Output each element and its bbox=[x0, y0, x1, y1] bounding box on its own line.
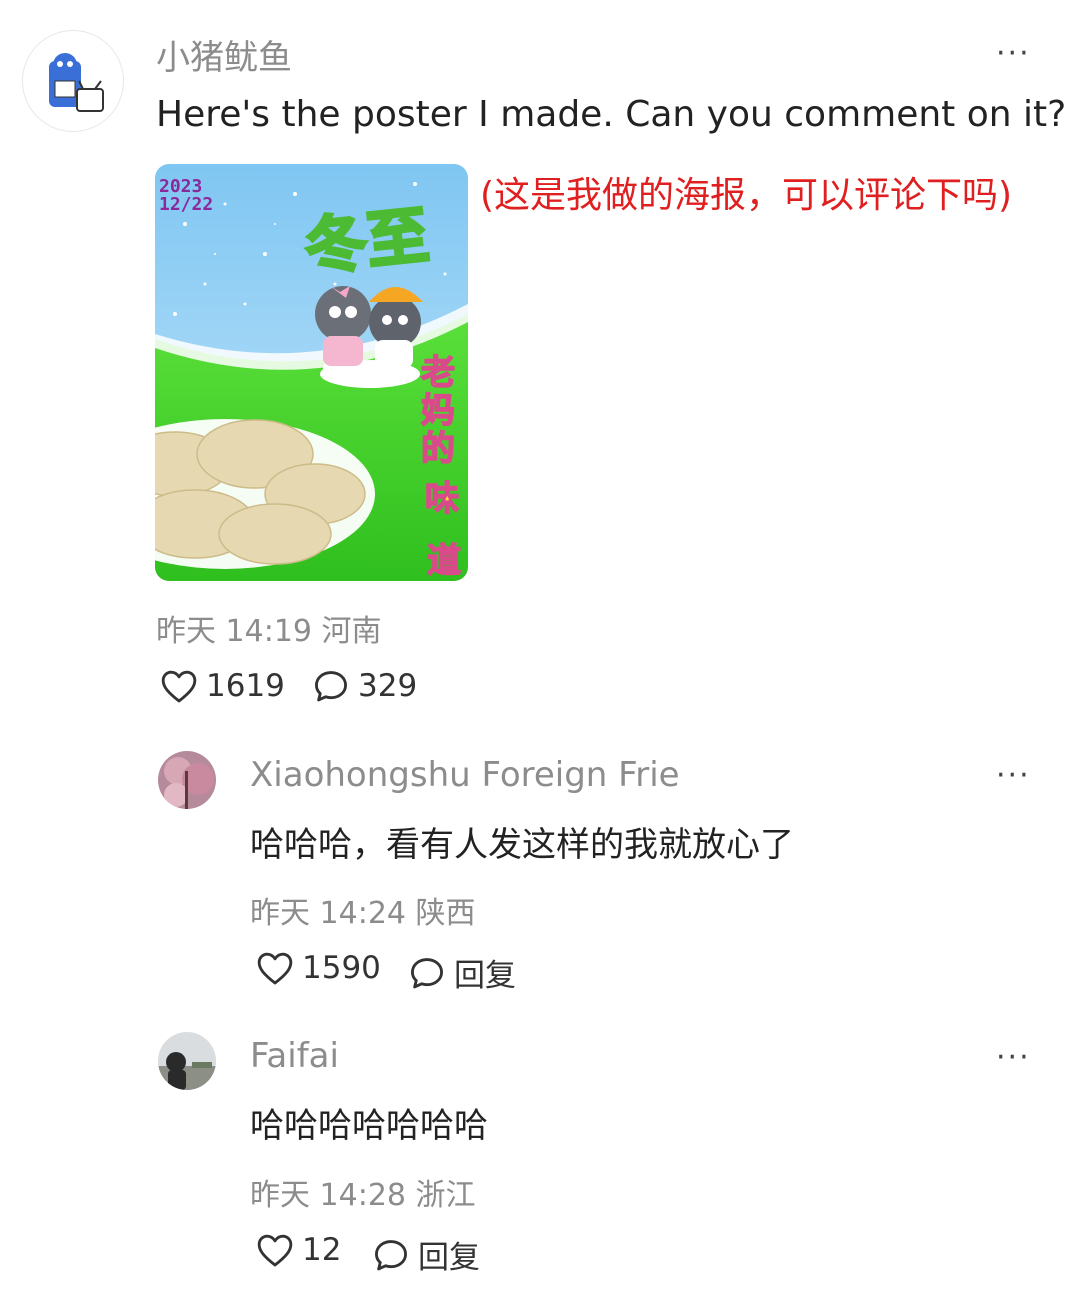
comment-like-count: 12 bbox=[302, 1232, 342, 1268]
comment-time: 昨天 14:28 bbox=[250, 1178, 406, 1213]
author-avatar[interactable] bbox=[22, 30, 124, 132]
comment-more-icon[interactable]: ··· bbox=[996, 758, 1031, 793]
reply-label: 回复 bbox=[454, 958, 516, 994]
speech-bubble-icon bbox=[411, 957, 443, 988]
comment-text: 哈哈哈，看有人发这样的我就放心了 bbox=[250, 825, 794, 865]
comment-reply-button[interactable]: 回复 bbox=[408, 950, 516, 995]
commenter-avatar[interactable] bbox=[158, 1032, 216, 1090]
comment-location: 陕西 bbox=[415, 896, 476, 931]
heart-outline-icon bbox=[161, 670, 197, 703]
poster-vertical-char-2: 妈 bbox=[421, 391, 455, 431]
post-text: Here's the poster I made. Can you commen… bbox=[156, 94, 1067, 135]
post-like-button[interactable]: 1619 bbox=[160, 668, 285, 704]
author-name[interactable]: 小猪鱿鱼 bbox=[156, 30, 292, 79]
post-comment-button[interactable]: 329 bbox=[312, 668, 417, 704]
post-location: 河南 bbox=[321, 614, 382, 649]
comment-location: 浙江 bbox=[415, 1178, 476, 1213]
commenter-avatar[interactable] bbox=[158, 751, 216, 809]
poster-date-day: 12/22 bbox=[159, 194, 213, 215]
commenter-name[interactable]: Xiaohongshu Foreign Frie bbox=[250, 755, 680, 795]
post-time: 昨天 14:19 bbox=[156, 614, 312, 649]
post-comment-count: 329 bbox=[358, 668, 418, 704]
comment-more-icon[interactable]: ··· bbox=[996, 1040, 1031, 1075]
reply-label: 回复 bbox=[418, 1240, 480, 1276]
speech-bubble-icon bbox=[315, 671, 347, 702]
comment-reply-button[interactable]: 回复 bbox=[372, 1232, 480, 1277]
heart-outline-icon bbox=[257, 952, 293, 985]
post-meta: 昨天 14:19 河南 bbox=[156, 606, 382, 650]
poster-vertical-char-5: 道 bbox=[427, 541, 461, 581]
commenter-name[interactable]: Faifai bbox=[250, 1036, 339, 1076]
comment-like-button[interactable]: 12 bbox=[256, 1232, 341, 1268]
comment-like-count: 1590 bbox=[302, 950, 381, 986]
post-like-count: 1619 bbox=[206, 668, 285, 704]
comment-text: 哈哈哈哈哈哈哈 bbox=[250, 1106, 488, 1146]
poster-vertical-char-4: 味 bbox=[425, 479, 459, 519]
translation-note: (这是我做的海报，可以评论下吗) bbox=[480, 175, 1013, 216]
poster-vertical-char-3: 的 bbox=[421, 429, 455, 469]
poster-image[interactable]: 2023 12/22 冬至 老 妈 的 味 道 bbox=[155, 164, 468, 581]
comment-meta: 昨天 14:24 陕西 bbox=[250, 888, 476, 932]
poster-vertical-char-1: 老 bbox=[421, 353, 455, 393]
comment-like-button[interactable]: 1590 bbox=[256, 950, 381, 986]
poster-title: 冬至 bbox=[301, 198, 432, 284]
speech-bubble-icon bbox=[375, 1239, 407, 1270]
heart-outline-icon bbox=[257, 1234, 293, 1267]
comment-meta: 昨天 14:28 浙江 bbox=[250, 1170, 476, 1214]
comment-time: 昨天 14:24 bbox=[250, 896, 406, 931]
post-more-icon[interactable]: ··· bbox=[996, 36, 1031, 71]
